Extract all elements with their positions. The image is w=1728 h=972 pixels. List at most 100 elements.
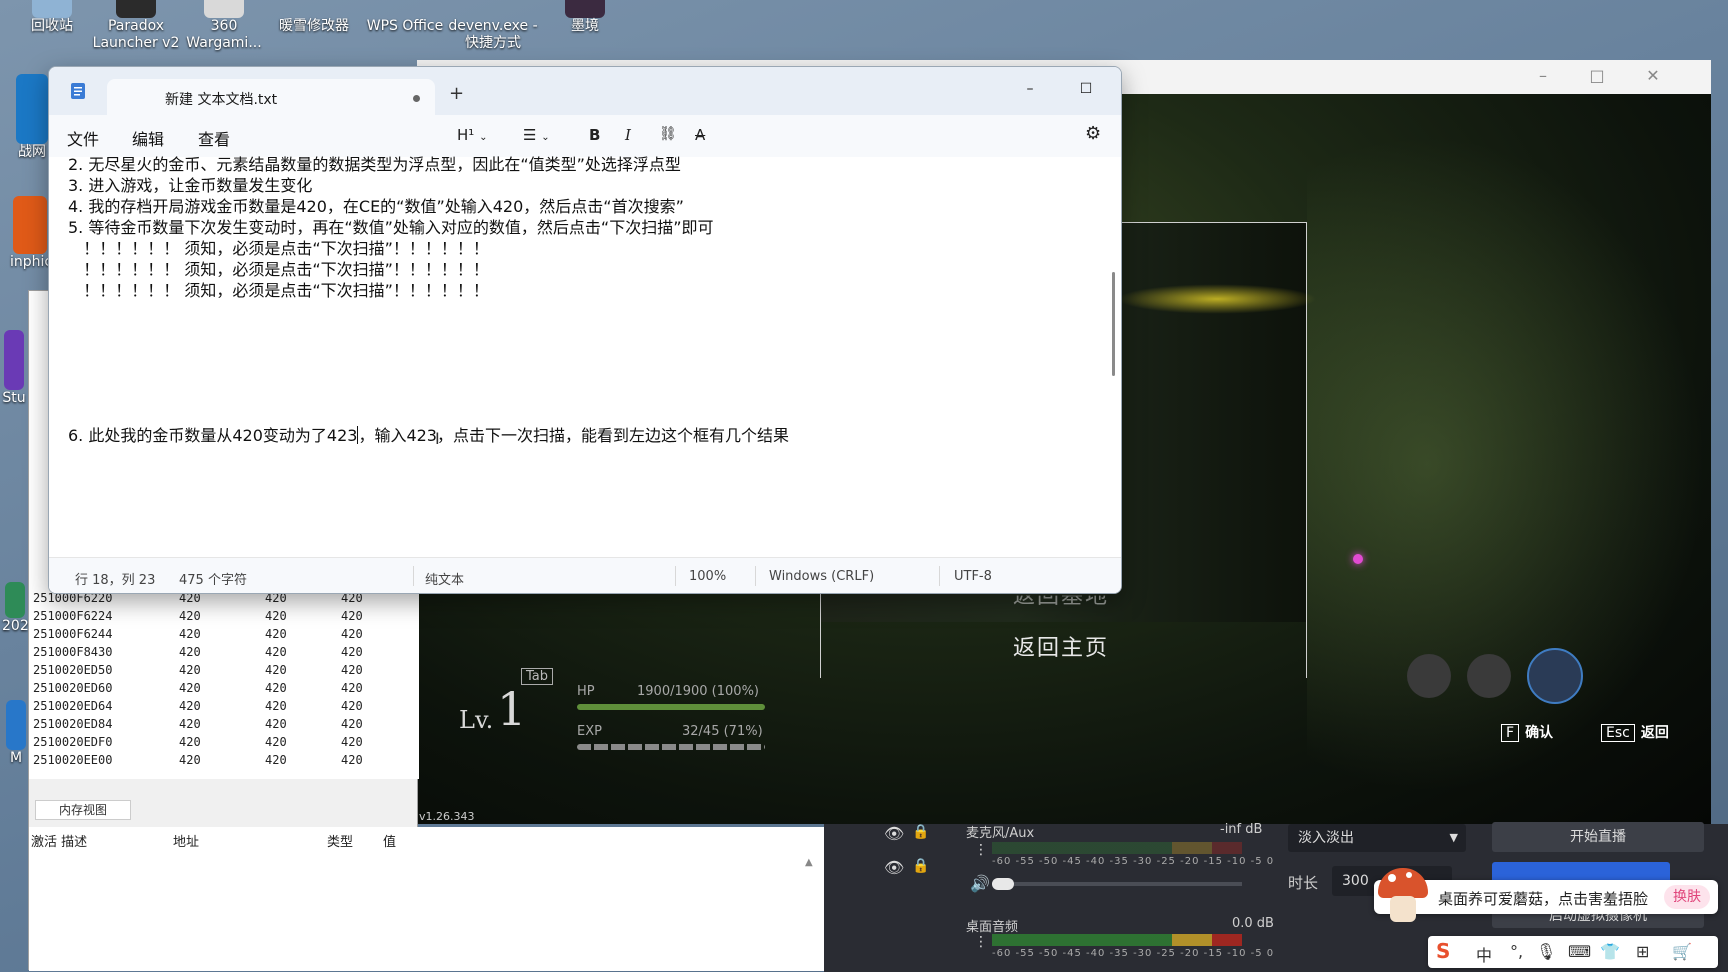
new-tab-button[interactable]: + <box>449 83 464 104</box>
lock-icon[interactable]: 🔒 <box>912 824 929 840</box>
game-glow <box>1117 284 1317 314</box>
desktop-icon-wps[interactable]: WPS Office <box>362 0 448 35</box>
notepad-window[interactable]: 新建 文本文档.txt + – ☐ ✕ 文件 编辑 查看 H¹ ⌄ ☰ ⌄ B … <box>48 66 1122 594</box>
unsaved-dot-icon[interactable] <box>413 95 420 102</box>
chevron-down-icon: ⌄ <box>541 132 550 143</box>
desktop-icon-mojing[interactable]: 墨境 <box>552 0 618 35</box>
bold-button[interactable]: B <box>589 126 600 144</box>
eye-icon[interactable]: 👁 <box>884 824 904 843</box>
folder-icon <box>5 582 25 618</box>
skin-icon[interactable]: 👕 <box>1600 942 1620 961</box>
inphic-icon <box>13 196 47 254</box>
toolbox-icon[interactable]: ⊞ <box>1636 942 1649 961</box>
skill-1-icon[interactable] <box>1407 654 1451 698</box>
skill-2-icon[interactable] <box>1467 654 1511 698</box>
hud-hp-label: HP <box>577 684 595 699</box>
lock-icon[interactable]: 🔒 <box>912 858 929 874</box>
skill-3-icon[interactable] <box>1527 648 1583 704</box>
minimize-button[interactable]: – <box>1015 77 1045 101</box>
ce-table-header: 激活 描述 地址 类型 值 <box>31 835 397 850</box>
tab-document[interactable]: 新建 文本文档.txt <box>107 79 435 115</box>
paradox-icon <box>116 0 156 18</box>
sogou-icon[interactable]: S <box>1436 939 1450 963</box>
heading-button[interactable]: H¹ ⌄ <box>457 126 487 144</box>
transition-select[interactable]: 淡入淡出 ▼ <box>1288 824 1466 852</box>
aux-volume-thumb[interactable] <box>992 878 1014 890</box>
scroll-up-icon[interactable]: ▲ <box>805 857 813 868</box>
zoom-level[interactable]: 100% <box>689 569 726 584</box>
desktop-icon-recycle-bin[interactable]: 回收站 <box>18 0 86 35</box>
maximize-button[interactable]: ☐ <box>1071 77 1101 101</box>
mojing-icon <box>565 0 605 18</box>
encoding: UTF-8 <box>954 569 992 584</box>
maximize-icon[interactable]: □ <box>1587 66 1607 86</box>
shop-icon[interactable]: 🛒 <box>1672 942 1692 961</box>
menu-item-return-home[interactable]: 返回主页 <box>1013 630 1109 662</box>
settings-gear-icon[interactable]: ⚙ <box>1085 123 1101 144</box>
hud-level-prefix: Lv. <box>459 706 494 734</box>
desktop-icon-studio[interactable]: Stu <box>0 330 28 407</box>
ime-toolbar[interactable]: S 中 °, 🎙 ⌨ 👕 ⊞ 🛒 <box>1428 936 1718 968</box>
notepad-statusbar: 行 18，列 23 475 个字符 纯文本 100% Windows (CRLF… <box>49 557 1121 593</box>
aux-menu-icon[interactable]: ⋮ <box>974 842 988 858</box>
ce-result-list[interactable]: 251000F6220 420 420 420 251000F6224 420 … <box>29 587 419 779</box>
volume-icon[interactable]: 🔊 <box>970 874 990 893</box>
notepad-titlebar: 新建 文本文档.txt + – ☐ ✕ <box>49 67 1121 115</box>
desktop-audio-db: 0.0 dB <box>1232 916 1274 931</box>
desktop-icon-warmsnow-trainer[interactable]: 暖雪修改器 <box>272 0 356 35</box>
chevron-down-icon: ▼ <box>1449 831 1458 844</box>
notepad-editor[interactable]: 2. 无尽星火的金币、元素结晶数量的数据类型为浮点型，因此在“值类型”处选择浮点… <box>49 155 1121 593</box>
eye-icon[interactable]: 👁 <box>884 858 904 877</box>
keyboard-icon[interactable]: ⌨ <box>1568 942 1591 961</box>
punctuation-icon[interactable]: °, <box>1510 942 1523 961</box>
clear-format-button[interactable]: A <box>695 126 705 144</box>
divider <box>755 566 756 586</box>
aux-meter-scale: -60 -55 -50 -45 -40 -35 -30 -25 -20 -15 … <box>992 856 1275 867</box>
divider <box>675 566 676 586</box>
link-icon[interactable]: ⛓ <box>659 126 677 142</box>
vertical-scrollbar[interactable] <box>1112 272 1115 376</box>
desktop-icon-m[interactable]: M <box>4 700 28 767</box>
chevron-down-icon: ⌄ <box>479 132 488 143</box>
start-stream-button[interactable]: 开始直播 <box>1492 822 1704 852</box>
studio-icon <box>4 330 24 390</box>
menu-edit[interactable]: 编辑 <box>132 126 164 150</box>
hint-back[interactable]: Esc 返回 <box>1601 722 1669 742</box>
mushroom-mascot-icon[interactable] <box>1372 862 1434 924</box>
desktop-icon-360[interactable]: 360 Wargami... <box>186 0 262 52</box>
desktop-menu-icon[interactable]: ⋮ <box>974 934 988 950</box>
text-cursor-icon: I <box>435 429 440 448</box>
desktop-icon-battlenet[interactable]: 战网 <box>14 74 50 161</box>
hint-confirm[interactable]: F 确认 <box>1501 722 1553 742</box>
aux-db: -inf dB <box>1220 822 1263 837</box>
aux-volume-slider[interactable] <box>992 882 1242 886</box>
desktop-icon-paradox[interactable]: Paradox Launcher v2 <box>90 0 182 52</box>
text-line: 6. 此处我的金币数量从420变动为了423，输入423，点击下一次扫描，能看到… <box>68 426 789 445</box>
battlenet-icon <box>16 74 48 144</box>
skin-button[interactable]: 换肤 <box>1664 885 1710 909</box>
aux-label: 麦克风/Aux <box>966 826 1035 841</box>
close-icon[interactable]: ✕ <box>1643 66 1663 86</box>
360-icon <box>204 0 244 18</box>
hud-hp-value: 1900/1900 (100%) <box>637 684 759 699</box>
memory-view-button[interactable]: 内存视图 <box>35 800 131 820</box>
ce-cheat-table[interactable]: 激活 描述 地址 类型 值 ▲ <box>29 827 829 971</box>
format-label: 纯文本 <box>425 573 465 588</box>
microphone-icon[interactable]: 🎙 <box>1536 942 1556 961</box>
app-icon <box>6 700 26 750</box>
menu-file[interactable]: 文件 <box>67 126 99 150</box>
cursor-position: 行 18，列 23 <box>75 573 156 588</box>
minimize-icon[interactable]: – <box>1533 66 1553 86</box>
desktop-icon-devenv[interactable]: devenv.exe - 快捷方式 <box>448 0 538 52</box>
ime-lang[interactable]: 中 <box>1476 942 1492 966</box>
desktop-icon-inphic[interactable]: inphic <box>10 196 52 271</box>
desktop-icon-202[interactable]: 202 <box>2 582 29 635</box>
mushroom-message: 桌面养可爱蘑菇，点击害羞捂脸 <box>1438 890 1649 908</box>
tab-title: 新建 文本文档.txt <box>165 92 278 108</box>
list-button[interactable]: ☰ ⌄ <box>523 126 550 144</box>
italic-button[interactable]: I <box>625 126 631 144</box>
desktop-meter <box>992 934 1242 946</box>
menu-view[interactable]: 查看 <box>198 126 230 150</box>
text-line: ！！！！！！ 须知，必须是点击“下次扫描”！！！！！！ <box>68 281 489 300</box>
recycle-bin-icon <box>32 0 72 18</box>
